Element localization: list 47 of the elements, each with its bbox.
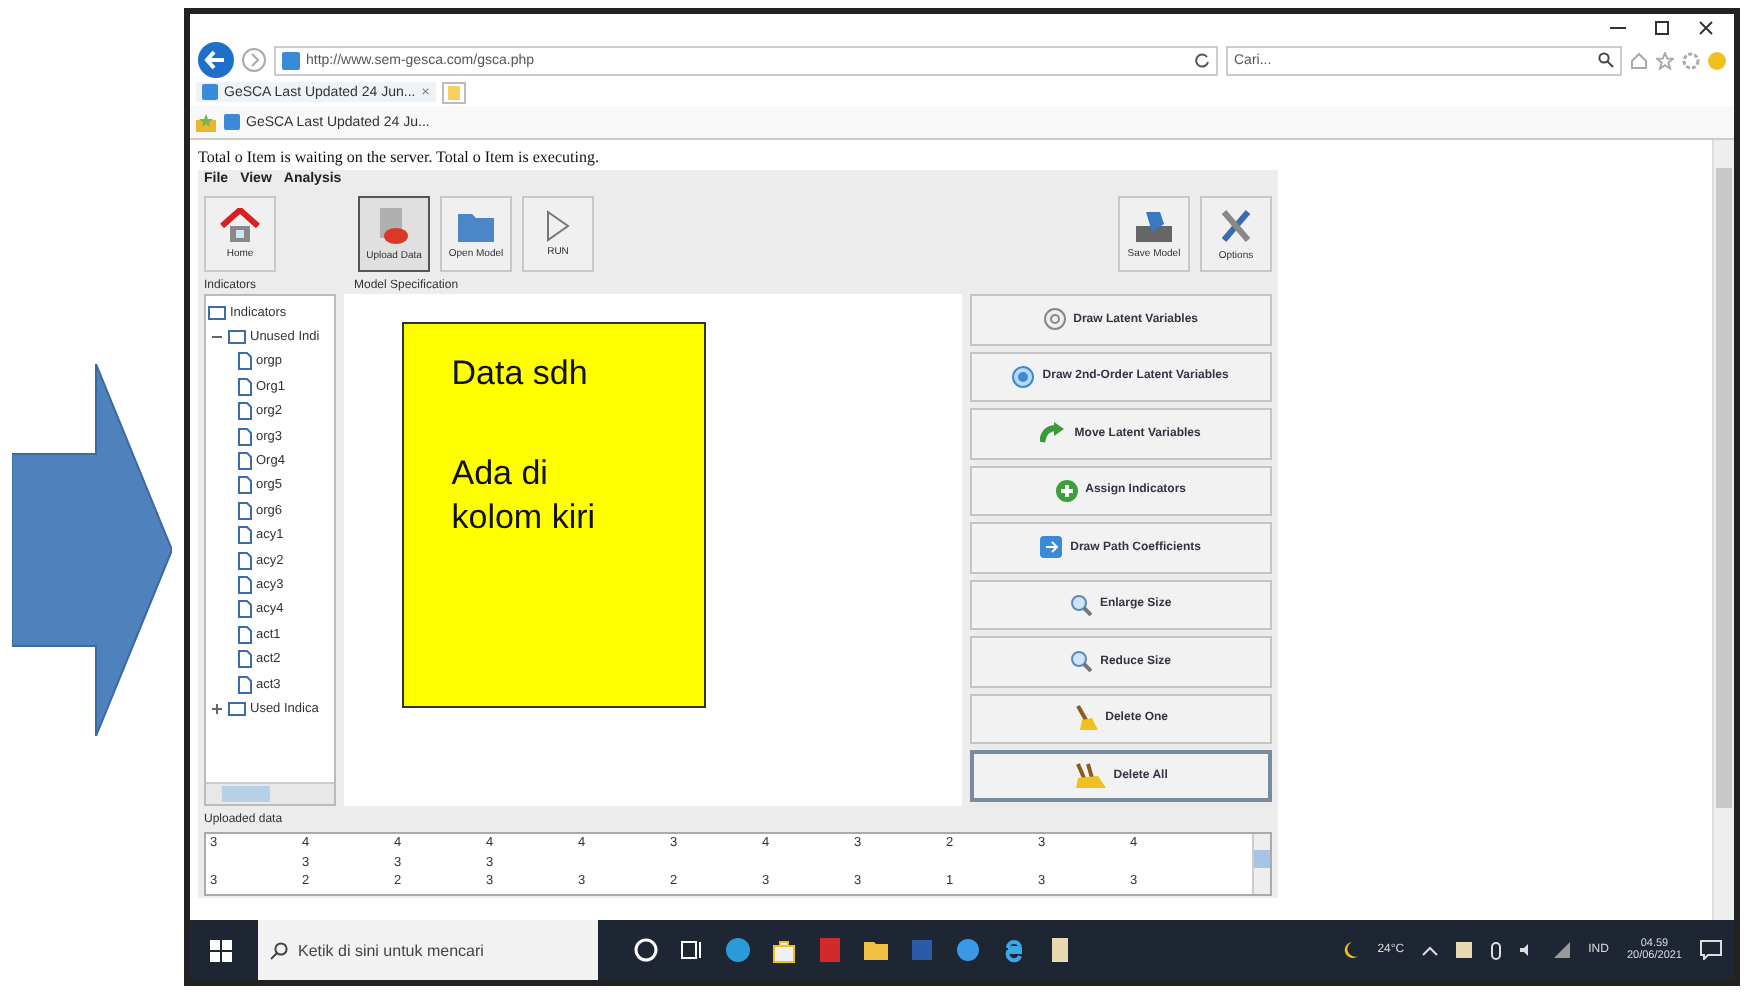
page-scrollbar[interactable] (1712, 140, 1734, 920)
notification-icon[interactable] (1700, 940, 1722, 960)
network-icon[interactable] (1554, 942, 1571, 958)
note-text: Data sdh (451, 352, 588, 396)
play-icon (544, 210, 572, 242)
note-text: Ada di (451, 452, 548, 497)
favorites-star-icon[interactable] (196, 113, 216, 131)
folder-icon[interactable] (862, 936, 890, 964)
app-icon[interactable] (1046, 936, 1074, 964)
search-icon (270, 941, 288, 959)
arrow-icon (1040, 536, 1063, 559)
brooms-icon (1073, 761, 1106, 790)
back-icon[interactable] (198, 42, 234, 78)
folder-icon (456, 209, 496, 243)
taskbar-search-field[interactable]: Ketik di sini untuk mencari (258, 920, 598, 980)
upload-icon (376, 206, 412, 246)
circle-icon (1043, 308, 1066, 331)
maximize-icon[interactable] (1654, 20, 1670, 36)
caret-up-icon[interactable] (1422, 945, 1439, 955)
status-text: Total o Item is waiting on the server. Total o Item is executing. (198, 148, 601, 170)
house-icon (220, 208, 260, 244)
folder-icon (228, 701, 246, 716)
plus-icon (1055, 479, 1078, 502)
curved-arrow-icon (1040, 422, 1067, 445)
horizontal-scrollbar[interactable] (206, 782, 334, 804)
windows-icon[interactable] (210, 939, 232, 961)
magnifier-icon (1070, 650, 1093, 673)
tray-app-icon[interactable] (1456, 942, 1473, 958)
bag-icon[interactable] (770, 936, 798, 964)
page-icon (282, 51, 300, 69)
vertical-scrollbar[interactable] (1252, 834, 1270, 894)
magnifier-icon (1069, 593, 1092, 616)
star-icon[interactable] (1656, 51, 1674, 69)
task-view-icon[interactable] (678, 936, 706, 964)
refresh-icon[interactable] (1194, 52, 1210, 68)
note-text: kolom kiri (451, 496, 596, 541)
search-icon (1598, 52, 1614, 68)
save-icon (1134, 208, 1174, 244)
expander-icon[interactable] (212, 332, 224, 343)
tools-icon (1218, 206, 1254, 246)
close-icon[interactable] (1698, 20, 1714, 36)
broom-icon (1073, 704, 1098, 733)
circle-icon[interactable] (632, 936, 660, 964)
browser-icon[interactable] (1000, 936, 1028, 964)
weather-icon (1339, 940, 1360, 960)
expander-icon[interactable] (212, 703, 224, 714)
dot-icon (1012, 365, 1035, 388)
